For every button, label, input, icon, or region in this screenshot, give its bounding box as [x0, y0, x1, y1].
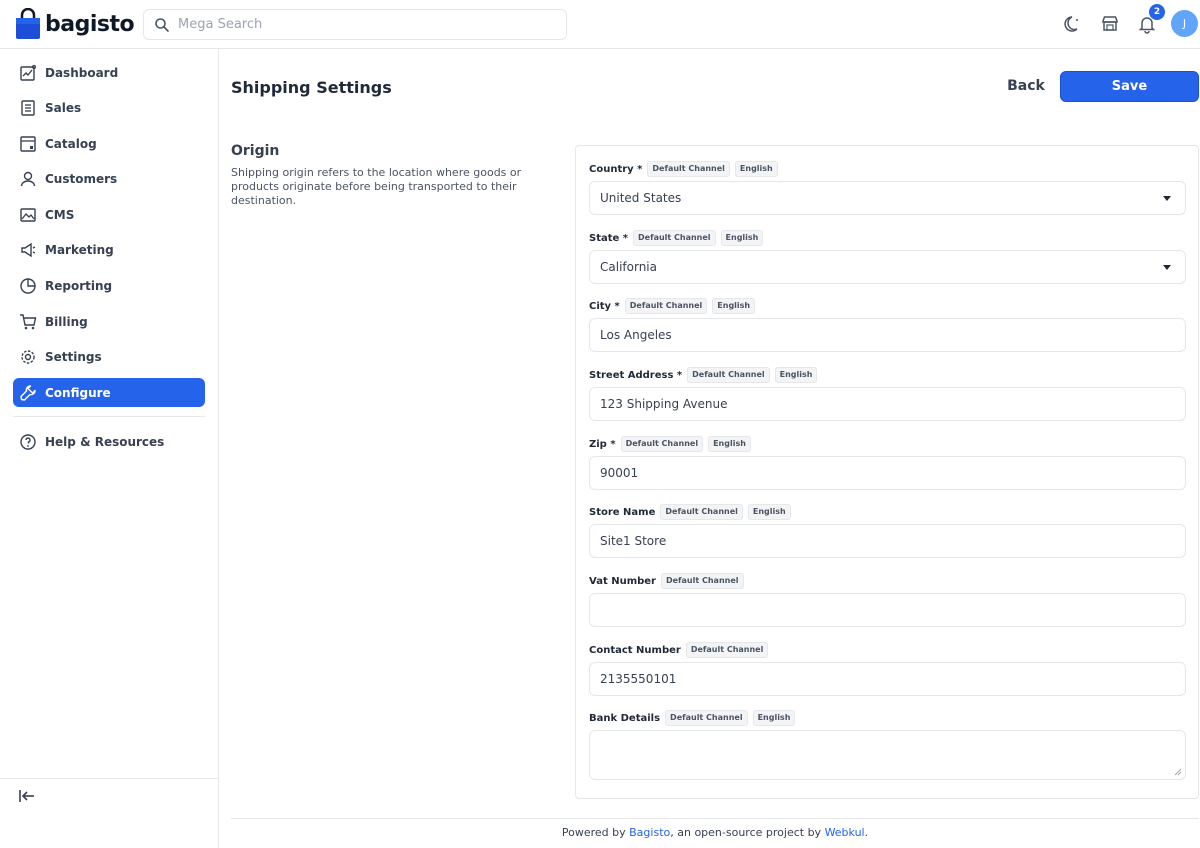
sidebar-item-label: Dashboard [45, 65, 119, 80]
sidebar-item-label: Marketing [45, 242, 114, 257]
sidebar-item-billing[interactable]: Billing [13, 307, 205, 336]
configure-wrench-icon [20, 384, 36, 401]
marketing-icon [21, 242, 36, 257]
section-description: Shipping origin refers to the location w… [231, 166, 522, 207]
sidebar-item-settings[interactable]: Settings [13, 342, 205, 371]
shopping-bag-icon [16, 8, 40, 39]
state-label: State * Default Channel English [589, 230, 764, 246]
webkul-link[interactable]: Webkul [825, 826, 865, 839]
page-title: Shipping Settings [231, 78, 392, 97]
contact-number-label: Contact Number Default Channel [589, 642, 769, 658]
sidebar-divider [13, 416, 205, 417]
vat-number-label: Vat Number Default Channel [589, 573, 744, 589]
locale-tag: English [720, 230, 764, 246]
sidebar-item-dashboard[interactable]: Dashboard [13, 58, 205, 87]
sidebar-item-label: Catalog [45, 136, 97, 151]
sales-icon [21, 99, 35, 116]
reporting-icon [20, 277, 36, 294]
sidebar-item-label: Customers [45, 171, 118, 186]
locale-tag: English [734, 161, 778, 177]
caret-down-icon [1163, 265, 1171, 270]
search-icon [155, 17, 169, 32]
back-button[interactable]: Back [1005, 71, 1047, 102]
sidebar-item-configure[interactable]: Configure [13, 378, 205, 407]
channel-tag: Default Channel [620, 436, 704, 452]
country-label: Country * Default Channel English [589, 161, 778, 177]
sidebar-item-label: Settings [45, 349, 102, 364]
channel-tag: Default Channel [647, 161, 730, 177]
bagisto-link[interactable]: Bagisto [629, 826, 670, 839]
cms-icon [20, 207, 36, 222]
locale-tag: English [747, 504, 791, 520]
street-address-label: Street Address * Default Channel English [589, 367, 818, 383]
sidebar-item-catalog[interactable]: Catalog [13, 129, 205, 158]
channel-tag: Default Channel [660, 573, 744, 589]
logo-text: bagisto [45, 11, 135, 37]
collapse-sidebar-icon[interactable] [18, 787, 36, 805]
channel-tag: Default Channel [624, 298, 708, 314]
locale-tag: English [774, 367, 818, 383]
user-avatar[interactable]: J [1171, 10, 1198, 37]
sidebar-item-sales[interactable]: Sales [13, 93, 205, 122]
country-select[interactable]: United States [589, 181, 1186, 215]
sidebar-item-label: Sales [45, 100, 82, 115]
street-address-input[interactable]: 123 Shipping Avenue [589, 387, 1186, 421]
state-select[interactable]: California [589, 250, 1186, 284]
city-label: City * Default Channel English [589, 298, 756, 314]
footer-divider [231, 818, 1199, 819]
zip-input[interactable]: 90001 [589, 456, 1186, 490]
save-configuration-button[interactable]: Save Configuration [1060, 71, 1199, 123]
sidebar-item-label: Billing [45, 314, 88, 329]
search-placeholder: Mega Search [178, 17, 263, 32]
storefront-icon[interactable] [1100, 14, 1120, 34]
bank-details-textarea[interactable] [589, 730, 1186, 780]
sidebar-item-label: Configure [45, 385, 111, 400]
resize-grip-icon[interactable] [1174, 768, 1182, 776]
store-name-label: Store Name Default Channel English [589, 504, 791, 520]
section-title: Origin [231, 143, 280, 159]
sidebar-item-help[interactable]: Help & Resources [13, 427, 205, 456]
mega-search-input[interactable]: Mega Search [143, 9, 567, 40]
sidebar-item-customers[interactable]: Customers [13, 164, 205, 193]
caret-down-icon [1163, 196, 1171, 201]
origin-settings-card: Country * Default Channel English United… [575, 145, 1199, 799]
store-name-input[interactable]: Site1 Store [589, 524, 1186, 558]
billing-cart-icon [20, 313, 37, 329]
dark-mode-icon[interactable] [1063, 14, 1083, 34]
sidebar: Dashboard Sales Catalog Customers CMS Ma… [0, 49, 219, 848]
channel-tag: Default Channel [687, 367, 770, 383]
locale-tag: English [752, 710, 796, 726]
zip-label: Zip * Default Channel English [589, 436, 751, 452]
sidebar-footer [0, 778, 218, 848]
footer: Powered by Bagisto, an open-source proje… [561, 826, 869, 839]
locale-tag: English [708, 436, 751, 452]
notification-count-badge: 2 [1149, 4, 1165, 20]
city-input[interactable]: Los Angeles [589, 318, 1186, 352]
settings-gear-icon [21, 349, 35, 364]
locale-tag: English [712, 298, 756, 314]
sidebar-item-cms[interactable]: CMS [13, 200, 205, 229]
channel-tag: Default Channel [660, 504, 743, 520]
bagisto-logo[interactable]: bagisto [15, 8, 135, 40]
dashboard-icon [20, 64, 37, 81]
vat-number-input[interactable] [589, 593, 1186, 627]
channel-tag: Default Channel [633, 230, 716, 246]
channel-tag: Default Channel [685, 642, 769, 658]
catalog-icon [20, 135, 36, 152]
channel-tag: Default Channel [665, 710, 748, 726]
customers-icon [20, 171, 36, 186]
bank-details-label: Bank Details Default Channel English [589, 710, 796, 726]
sidebar-item-label: CMS [45, 207, 75, 222]
help-icon [20, 433, 36, 450]
sidebar-item-reporting[interactable]: Reporting [13, 271, 205, 300]
sidebar-item-label: Reporting [45, 278, 113, 293]
contact-number-input[interactable]: 2135550101 [589, 662, 1186, 696]
sidebar-item-marketing[interactable]: Marketing [13, 235, 205, 264]
top-header: bagisto Mega Search 2 J [0, 0, 1200, 49]
sidebar-item-label: Help & Resources [45, 434, 165, 449]
